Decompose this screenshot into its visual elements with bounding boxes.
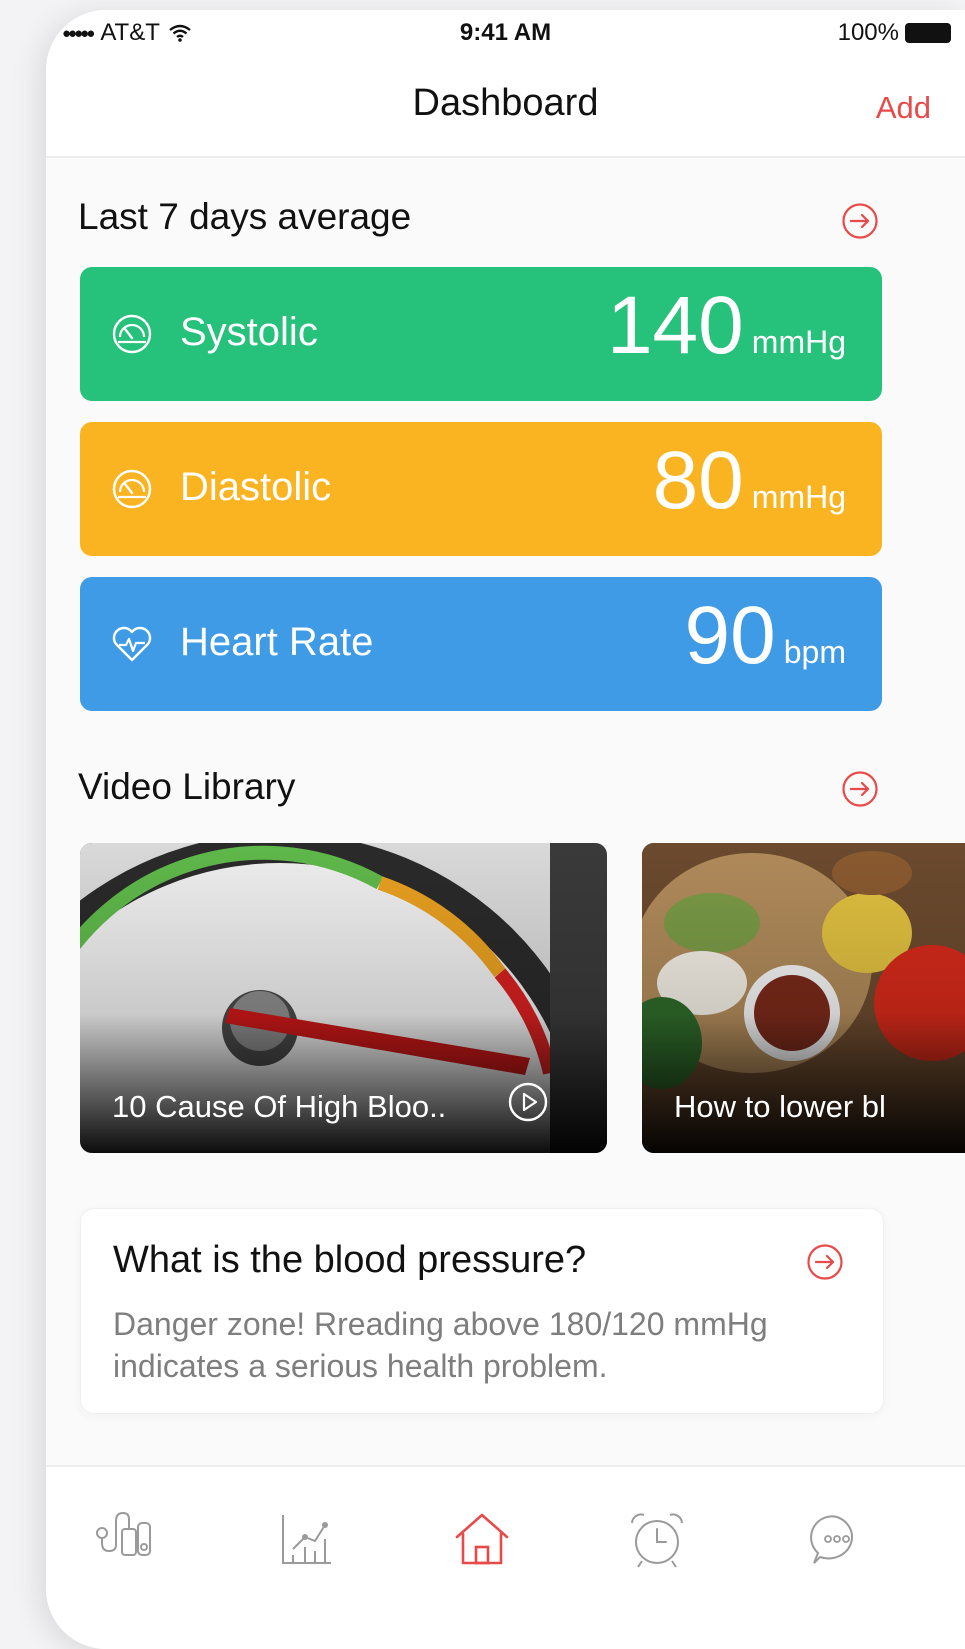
video-card-high-blood-pressure[interactable]: 10 Cause Of High Bloo.. bbox=[80, 843, 607, 1153]
heart-rate-reading: 90 bpm bbox=[685, 595, 846, 677]
blood-pressure-info-card[interactable]: What is the blood pressure? Danger zone!… bbox=[80, 1208, 884, 1414]
battery-indicator: 100% bbox=[838, 19, 951, 47]
diastolic-reading: 80 mmHg bbox=[653, 440, 846, 522]
tab-blood-pressure-monitor-icon[interactable] bbox=[94, 1509, 156, 1571]
video-title: How to lower bl bbox=[674, 1089, 886, 1124]
systolic-unit: mmHg bbox=[751, 324, 846, 360]
tab-bar bbox=[46, 1465, 965, 1649]
heart-rate-value: 90 bbox=[684, 590, 776, 681]
info-card-arrow-icon[interactable] bbox=[806, 1243, 844, 1281]
heart-pulse-icon bbox=[112, 626, 152, 662]
systolic-value: 140 bbox=[606, 280, 744, 371]
averages-section-title: Last 7 days average bbox=[78, 196, 412, 237]
gauge-icon bbox=[112, 469, 152, 509]
heart-rate-label: Heart Rate bbox=[180, 620, 374, 664]
navigation-bar: Dashboard Add bbox=[46, 60, 965, 158]
video-library-title: Video Library bbox=[78, 766, 296, 807]
diastolic-card[interactable]: Diastolic 80 mmHg bbox=[80, 422, 882, 556]
tab-home-icon[interactable] bbox=[451, 1509, 513, 1571]
battery-percent: 100% bbox=[837, 19, 899, 46]
play-icon[interactable] bbox=[507, 1081, 549, 1123]
info-card-title: What is the blood pressure? bbox=[113, 1239, 587, 1281]
page-title: Dashboard bbox=[412, 82, 599, 124]
systolic-reading: 140 mmHg bbox=[607, 285, 846, 367]
info-card-description: Danger zone! Rreading above 180/120 mmHg… bbox=[113, 1306, 768, 1384]
status-bar: ●●●●● AT&T 9:41 AM 100% bbox=[46, 10, 965, 60]
video-library-arrow-icon[interactable] bbox=[841, 770, 879, 808]
gauge-icon bbox=[112, 314, 152, 354]
systolic-label: Systolic bbox=[180, 310, 318, 354]
phone-screen: ●●●●● AT&T 9:41 AM 100% Dashboard Add La… bbox=[46, 10, 965, 1649]
heart-rate-unit: bpm bbox=[783, 634, 846, 670]
diastolic-label: Diastolic bbox=[180, 465, 332, 509]
status-time: 9:41 AM bbox=[459, 19, 552, 46]
tab-chat-bubble-icon[interactable] bbox=[806, 1509, 868, 1571]
video-title: 10 Cause Of High Bloo.. bbox=[112, 1089, 447, 1124]
diastolic-value: 80 bbox=[652, 435, 744, 526]
tab-statistics-chart-icon[interactable] bbox=[275, 1509, 337, 1571]
heart-rate-card[interactable]: Heart Rate 90 bpm bbox=[80, 577, 882, 711]
tab-alarm-clock-icon[interactable] bbox=[626, 1509, 688, 1571]
diastolic-unit: mmHg bbox=[751, 479, 846, 515]
add-button[interactable]: Add bbox=[876, 90, 931, 126]
battery-icon bbox=[905, 23, 951, 43]
averages-arrow-icon[interactable] bbox=[841, 202, 879, 240]
video-card-lower-blood-pressure[interactable]: How to lower bl bbox=[642, 843, 965, 1153]
systolic-card[interactable]: Systolic 140 mmHg bbox=[80, 267, 882, 401]
